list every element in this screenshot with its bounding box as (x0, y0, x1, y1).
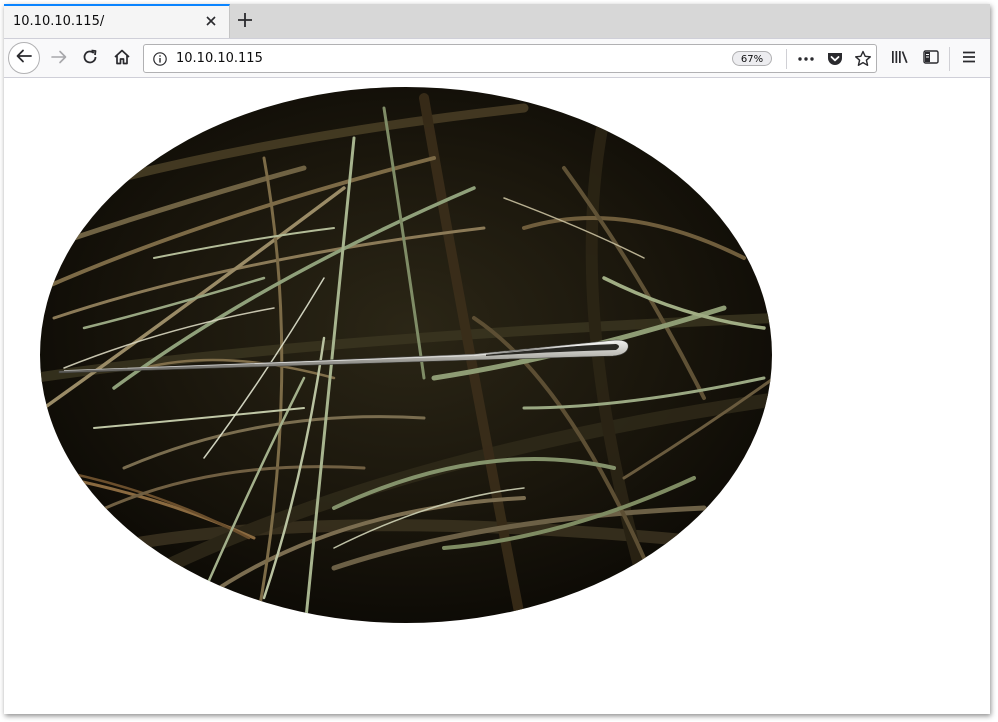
bookmark-star-icon[interactable] (853, 49, 873, 69)
close-icon[interactable] (202, 12, 220, 30)
reload-button[interactable] (78, 47, 102, 71)
more-dots-icon[interactable] (796, 49, 816, 69)
library-button[interactable] (888, 47, 912, 71)
needle-in-haystack-image (40, 87, 772, 623)
hamburger-menu-icon (960, 48, 978, 70)
sidebar-button[interactable] (919, 47, 943, 71)
home-button[interactable] (110, 47, 134, 71)
menu-button[interactable] (957, 47, 981, 71)
back-button[interactable] (8, 42, 40, 74)
toolbar-divider (949, 47, 950, 71)
url-bar[interactable]: 10.10.10.115 67% (143, 44, 877, 73)
browser-window: 10.10.10.115/ 10.10.10.115 67% (4, 4, 990, 714)
sidebar-icon (922, 48, 940, 70)
forward-button[interactable] (47, 47, 71, 71)
pocket-icon[interactable] (825, 49, 845, 69)
url-text[interactable]: 10.10.10.115 (176, 51, 263, 66)
reload-icon (81, 48, 99, 70)
navigation-toolbar: 10.10.10.115 67% (4, 38, 990, 78)
oval-photo (40, 87, 772, 623)
home-icon (113, 48, 131, 70)
back-arrow-icon (15, 47, 33, 69)
zoom-level-badge[interactable]: 67% (732, 51, 772, 66)
url-bar-divider (786, 49, 787, 69)
tab-active[interactable]: 10.10.10.115/ (4, 4, 230, 38)
plus-icon[interactable] (235, 10, 255, 30)
info-icon[interactable] (152, 51, 168, 67)
tab-strip: 10.10.10.115/ (4, 4, 990, 38)
library-icon (890, 48, 910, 70)
page-content (4, 78, 990, 714)
tab-title: 10.10.10.115/ (13, 14, 105, 29)
forward-arrow-icon (50, 48, 68, 70)
